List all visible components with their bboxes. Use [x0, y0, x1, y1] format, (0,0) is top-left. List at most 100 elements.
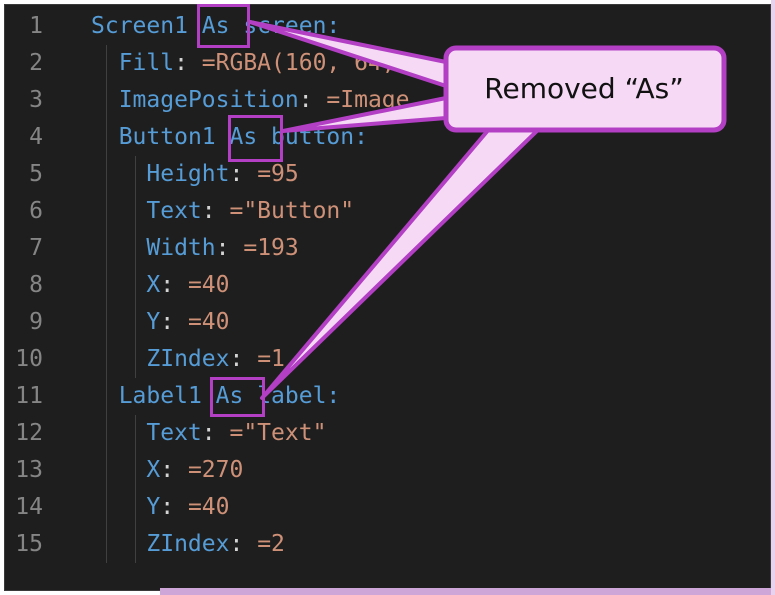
code-text: X: =40 — [91, 267, 230, 304]
line-number: 3 — [29, 87, 43, 113]
colon: : — [229, 346, 258, 372]
screenshot-frame: 1 Screen1 As screen: 2 Fill: =RGBA(160, 64… — [0, 0, 775, 595]
code-value: =40 — [187, 309, 230, 335]
code-line[interactable]: 14 Y: =40 — [5, 489, 770, 526]
line-number: 11 — [15, 383, 43, 409]
line-number: 1 — [29, 13, 43, 39]
code-line[interactable]: 12 Text: ="Text" — [5, 415, 770, 452]
colon: : — [229, 161, 258, 187]
highlight-as-line-1 — [197, 4, 250, 48]
code-text: Width: =193 — [91, 230, 299, 267]
code-value: =RGBA(160, 64, — [201, 50, 396, 76]
code-line[interactable]: 1 Screen1 As screen: — [5, 8, 770, 45]
code-line[interactable]: 10 ZIndex: =1 — [5, 341, 770, 378]
code-text: Fill: =RGBA(160, 64, — [91, 45, 396, 82]
code-line[interactable]: 6 Text: ="Button" — [5, 193, 770, 230]
highlight-as-line-4 — [228, 115, 283, 162]
code-text: X: =270 — [91, 452, 243, 489]
code-key: X — [146, 457, 161, 483]
code-key: Fill — [118, 50, 175, 76]
code-text: Text: ="Button" — [91, 193, 354, 230]
line-number: 6 — [29, 198, 43, 224]
highlight-as-line-11 — [210, 377, 265, 417]
colon: : — [174, 50, 202, 76]
colon: : — [215, 235, 244, 261]
code-value: ="Text" — [229, 420, 327, 446]
code-value: =270 — [187, 457, 244, 483]
code-value: =95 — [257, 161, 299, 187]
colon: : — [160, 494, 188, 520]
code-line[interactable]: 5 Height: =95 — [5, 156, 770, 193]
line-number: 4 — [29, 124, 43, 150]
code-value: =2 — [257, 531, 285, 557]
colon: : — [229, 531, 258, 557]
code-key: Y — [146, 494, 161, 520]
indent-guide — [105, 45, 107, 563]
code-key: ImagePosition — [118, 87, 299, 113]
callout-label: Removed “As” — [484, 71, 684, 105]
line-number: 5 — [29, 161, 43, 187]
code-key: Button1 — [118, 124, 216, 150]
line-number: 12 — [15, 420, 43, 446]
code-text: ImagePosition: =Image — [91, 82, 410, 119]
colon: : — [201, 198, 230, 224]
code-type: screen: — [243, 13, 341, 39]
frame-shadow-right — [771, 0, 775, 595]
code-line[interactable]: 11 Label1 As label: — [5, 378, 770, 415]
colon: : — [201, 420, 230, 446]
line-number: 14 — [15, 494, 43, 520]
code-line[interactable]: 15 ZIndex: =2 — [5, 526, 770, 563]
line-number: 13 — [15, 457, 43, 483]
line-number: 7 — [29, 235, 43, 261]
colon: : — [298, 87, 327, 113]
code-value: =40 — [187, 272, 230, 298]
colon: : — [160, 457, 188, 483]
code-type: button: — [271, 124, 368, 150]
line-number: 15 — [15, 531, 43, 557]
code-text: Y: =40 — [91, 489, 230, 526]
code-line[interactable]: 13 X: =270 — [5, 452, 770, 489]
code-text: Y: =40 — [91, 304, 230, 341]
code-key: ZIndex — [146, 346, 230, 372]
frame-shadow-bottom — [160, 588, 775, 595]
code-value: ="Button" — [229, 198, 355, 224]
code-key: Text — [146, 198, 202, 224]
code-line[interactable]: 8 X: =40 — [5, 267, 770, 304]
code-text: ZIndex: =1 — [91, 341, 285, 378]
code-text: ZIndex: =2 — [91, 526, 285, 563]
code-key: Height — [146, 161, 230, 187]
line-number: 8 — [29, 272, 43, 298]
code-value: =1 — [257, 346, 285, 372]
code-key: X — [146, 272, 161, 298]
code-key: Label1 — [118, 383, 202, 409]
code-line[interactable]: 7 Width: =193 — [5, 230, 770, 267]
line-number: 9 — [29, 309, 43, 335]
code-key: Y — [146, 309, 161, 335]
code-key: ZIndex — [146, 531, 230, 557]
indent-guide — [134, 415, 136, 563]
code-key: Text — [146, 420, 202, 446]
line-number: 10 — [15, 346, 43, 372]
code-value: =Image — [326, 87, 410, 113]
code-value: =40 — [187, 494, 230, 520]
code-value: =193 — [243, 235, 299, 261]
code-type: label: — [257, 383, 341, 409]
code-line[interactable]: 9 Y: =40 — [5, 304, 770, 341]
line-number: 2 — [29, 50, 43, 76]
indent-guide — [134, 156, 136, 378]
code-key: Width — [146, 235, 216, 261]
colon: : — [160, 309, 188, 335]
code-key: Screen1 — [91, 13, 188, 39]
code-text: Text: ="Text" — [91, 415, 326, 452]
colon: : — [160, 272, 188, 298]
